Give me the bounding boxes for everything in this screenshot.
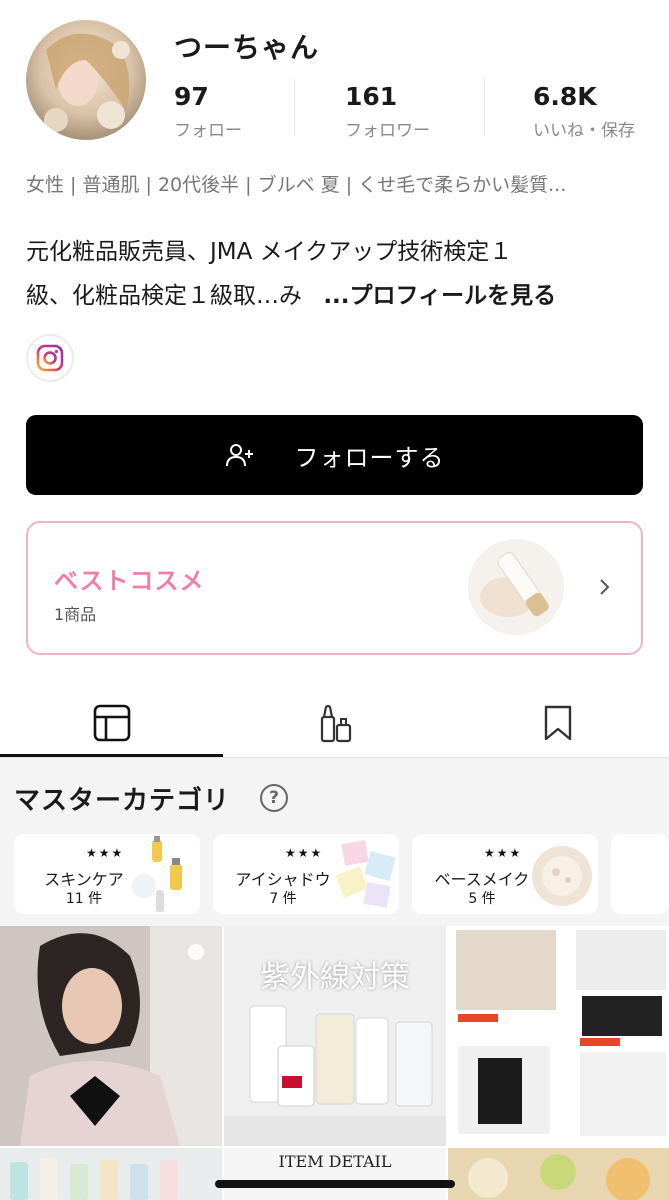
add-user-icon	[225, 442, 255, 468]
post-thumbnail[interactable]: ITEM DETAIL	[224, 1148, 446, 1200]
master-category-section: マスターカテゴリ ? ★★★ スキンケア 11 件 ★★★ アイシャドウ 7 件	[0, 758, 669, 926]
home-indicator[interactable]	[215, 1180, 455, 1188]
best-cosme-count: 1商品	[54, 605, 97, 624]
following-count: 97	[174, 82, 209, 111]
post-grid: 紫外線対策 ITEM DETAIL	[0, 926, 669, 1200]
profile-tabs	[0, 690, 669, 758]
post-thumbnail[interactable]	[448, 1148, 669, 1200]
category-count: 11 件	[65, 891, 103, 907]
category-stars: ★★★	[484, 846, 523, 860]
stat-followers[interactable]: 161 フォロワー	[345, 82, 430, 141]
tab-posts[interactable]	[0, 690, 223, 756]
post-thumbnail[interactable]	[0, 926, 222, 1146]
profile-header: つーちゃん 97 フォロー 161 フォロワー 6.8K いいね・保存	[0, 0, 669, 160]
post-thumbnail[interactable]	[448, 926, 669, 1146]
category-name: スキンケア	[44, 870, 124, 889]
post-thumbnail[interactable]	[0, 1148, 222, 1200]
profile-tags: 女性 | 普通肌 | 20代後半 | ブルベ 夏 | くせ毛で柔らかい髪質...	[26, 174, 567, 196]
stat-following[interactable]: 97 フォロー	[174, 82, 242, 141]
follow-button-label: フォローする	[294, 443, 445, 472]
followers-label: フォロワー	[345, 121, 430, 141]
category-name: ベースメイク	[434, 870, 530, 889]
best-cosme-product-image	[468, 539, 564, 635]
bio-line-2: 級、化粧品検定１級取…み	[26, 283, 302, 309]
view-profile-link[interactable]: ...プロフィールを見る	[323, 283, 556, 309]
cosmetics-icon	[320, 704, 351, 743]
stat-divider	[484, 78, 485, 136]
tab-items[interactable]	[223, 690, 446, 756]
category-card-base-makeup[interactable]: ★★★ ベースメイク 5 件	[412, 834, 598, 914]
post-caption: 紫外線対策	[260, 960, 410, 995]
instagram-icon	[36, 344, 64, 372]
grid-icon	[93, 704, 130, 742]
category-card-skincare[interactable]: ★★★ スキンケア 11 件	[14, 834, 200, 914]
following-label: フォロー	[174, 121, 242, 141]
likes-count: 6.8K	[533, 82, 597, 111]
follow-button[interactable]: フォローする	[26, 415, 643, 495]
bookmark-icon	[544, 705, 571, 741]
best-cosme-card[interactable]: ベストコスメ 1商品	[26, 521, 643, 655]
post-thumbnail[interactable]: 紫外線対策	[224, 926, 446, 1146]
username: つーちゃん	[174, 31, 320, 64]
category-name: アイシャドウ	[235, 870, 331, 889]
category-card-eyeshadow[interactable]: ★★★ アイシャドウ 7 件	[213, 834, 399, 914]
help-icon[interactable]: ?	[260, 784, 288, 812]
stat-divider	[294, 78, 295, 136]
bio-line-1: 元化粧品販売員、JMA メイクアップ技術検定１	[26, 239, 513, 265]
category-count: 5 件	[468, 891, 496, 907]
master-category-title: マスターカテゴリ	[14, 786, 231, 816]
tab-saved[interactable]	[446, 690, 669, 756]
stat-likes[interactable]: 6.8K いいね・保存	[533, 82, 635, 141]
profile-bio: 元化粧品販売員、JMA メイクアップ技術検定１ 級、化粧品検定１級取…み ...…	[26, 230, 646, 318]
likes-label: いいね・保存	[533, 121, 635, 141]
category-card-partial[interactable]	[611, 834, 669, 914]
instagram-link[interactable]	[26, 334, 74, 382]
followers-count: 161	[345, 82, 398, 111]
category-stars: ★★★	[285, 846, 324, 860]
category-stars: ★★★	[86, 846, 125, 860]
category-count: 7 件	[269, 891, 297, 907]
avatar[interactable]	[26, 20, 146, 140]
post-caption: ITEM DETAIL	[278, 1152, 392, 1171]
chevron-right-icon	[598, 575, 612, 603]
best-cosme-title: ベストコスメ	[54, 567, 205, 595]
